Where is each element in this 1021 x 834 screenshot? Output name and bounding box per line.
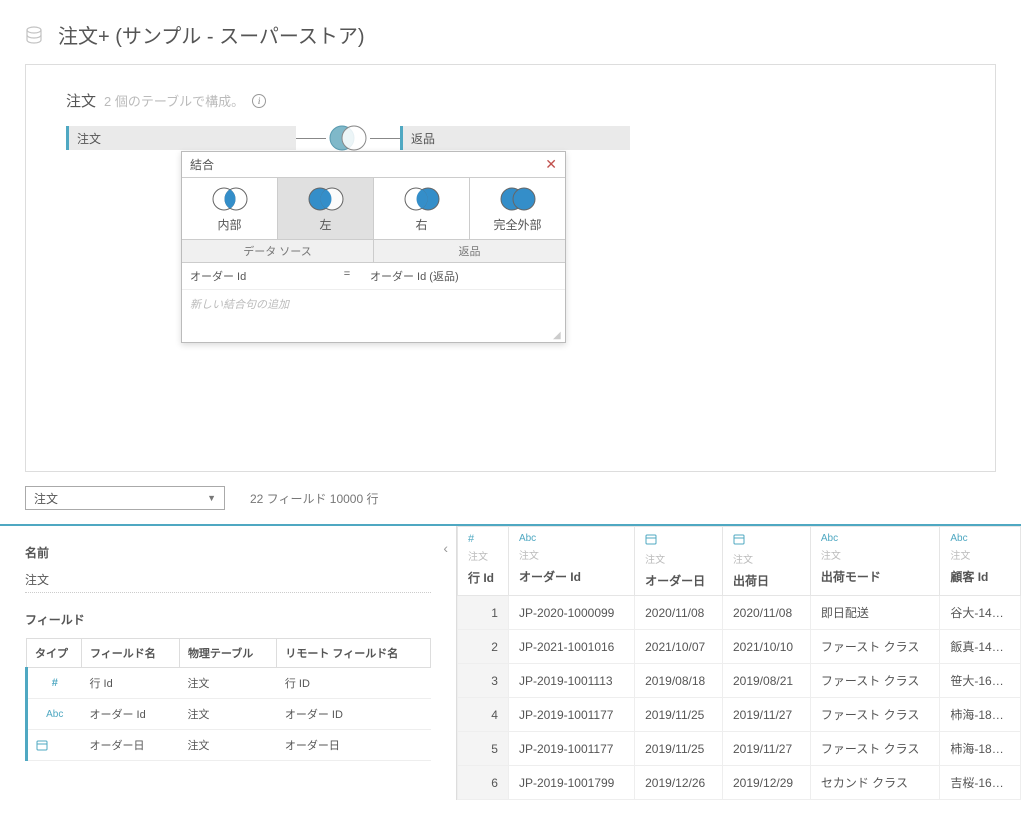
field-row[interactable]: Abcオーダー Id注文オーダー ID: [27, 699, 431, 730]
join-type-label: 右: [415, 216, 427, 233]
info-icon[interactable]: i: [252, 94, 266, 108]
table-select-value: 注文: [34, 490, 58, 507]
clause-right-field[interactable]: オーダー Id (返品): [362, 263, 545, 289]
grid-row[interactable]: 1JP-2020-10000992020/11/082020/11/08即日配送…: [458, 596, 1021, 630]
join-type-label: 完全外部: [493, 216, 541, 233]
summary-text: 22 フィールド 10000 行: [250, 490, 378, 507]
grid-row[interactable]: 6JP-2019-10017992019/12/262019/12/29セカンド…: [458, 766, 1021, 800]
connector-line: [296, 138, 326, 139]
join-clause-row[interactable]: オーダー Id = オーダー Id (返品): [182, 263, 565, 290]
join-venn-icon[interactable]: [326, 123, 370, 153]
join-type-right[interactable]: 右: [374, 178, 470, 239]
join-type-full[interactable]: 完全外部: [470, 178, 565, 239]
close-icon[interactable]: ✕: [545, 156, 557, 173]
page-title: 注文+ (サンプル - スーパーストア): [58, 20, 365, 49]
name-label: 名前: [25, 544, 431, 561]
database-icon: [25, 26, 43, 44]
connector-line: [370, 138, 400, 139]
grid-row[interactable]: 5JP-2019-10011772019/11/252019/11/27ファース…: [458, 732, 1021, 766]
grid-col-header[interactable]: Abc注文顧客 Id: [940, 527, 1021, 596]
collapse-icon[interactable]: ‹: [443, 540, 448, 556]
join-popup: 結合 ✕ 内部 左 右 完全外部 データ ソース 返品: [181, 151, 566, 343]
grid-col-header[interactable]: 注文出荷日: [722, 527, 810, 596]
table-pill-right[interactable]: 返品: [400, 126, 630, 150]
add-clause-hint[interactable]: 新しい結合句の追加: [182, 290, 565, 342]
join-type-label: 内部: [217, 216, 241, 233]
col-type[interactable]: タイプ: [27, 639, 82, 668]
fields-label: フィールド: [25, 611, 431, 628]
col-phys[interactable]: 物理テーブル: [179, 639, 276, 668]
grid-col-header[interactable]: Abc注文出荷モード: [810, 527, 940, 596]
clause-operator[interactable]: =: [332, 263, 362, 289]
join-type-inner[interactable]: 内部: [182, 178, 278, 239]
col-field[interactable]: フィールド名: [82, 639, 180, 668]
canvas-subtitle: 2 個のテーブルで構成。: [104, 91, 244, 110]
metadata-pane: ‹ 名前 注文 フィールド タイプ フィールド名 物理テーブル リモート フィー…: [0, 526, 456, 800]
clause-header-left: データ ソース: [182, 240, 374, 262]
grid-row[interactable]: 3JP-2019-10011132019/08/182019/08/21ファース…: [458, 664, 1021, 698]
grid-col-header[interactable]: Abc注文オーダー Id: [508, 527, 634, 596]
field-row[interactable]: #行 Id注文行 ID: [27, 668, 431, 699]
join-canvas: 注文 2 個のテーブルで構成。 i 注文 返品 結合 ✕ 内部 左: [25, 64, 996, 472]
join-type-label: 左: [319, 216, 331, 233]
join-type-left[interactable]: 左: [278, 178, 374, 239]
chevron-down-icon: ▼: [207, 493, 216, 503]
clause-header-right: 返品: [374, 240, 565, 262]
grid-row[interactable]: 2JP-2021-10010162021/10/072021/10/10ファース…: [458, 630, 1021, 664]
header: 注文+ (サンプル - スーパーストア): [0, 0, 1021, 64]
grid-col-header[interactable]: #注文行 Id: [458, 527, 509, 596]
resize-grip-icon[interactable]: ◢: [553, 330, 563, 340]
clause-left-field[interactable]: オーダー Id: [182, 263, 332, 289]
name-value[interactable]: 注文: [25, 567, 431, 593]
popup-title: 結合: [190, 156, 214, 173]
data-grid-pane: #注文行 IdAbc注文オーダー Id注文オーダー日注文出荷日Abc注文出荷モー…: [456, 526, 1021, 800]
canvas-title: 注文: [66, 90, 96, 111]
data-grid: #注文行 IdAbc注文オーダー Id注文オーダー日注文出荷日Abc注文出荷モー…: [457, 526, 1021, 800]
fields-table: タイプ フィールド名 物理テーブル リモート フィールド名 #行 Id注文行 I…: [25, 638, 431, 761]
table-select[interactable]: 注文 ▼: [25, 486, 225, 510]
table-pill-left[interactable]: 注文: [66, 126, 296, 150]
grid-col-header[interactable]: 注文オーダー日: [635, 527, 723, 596]
field-row[interactable]: オーダー日注文オーダー日: [27, 730, 431, 761]
col-remote[interactable]: リモート フィールド名: [277, 639, 431, 668]
grid-row[interactable]: 4JP-2019-10011772019/11/252019/11/27ファース…: [458, 698, 1021, 732]
